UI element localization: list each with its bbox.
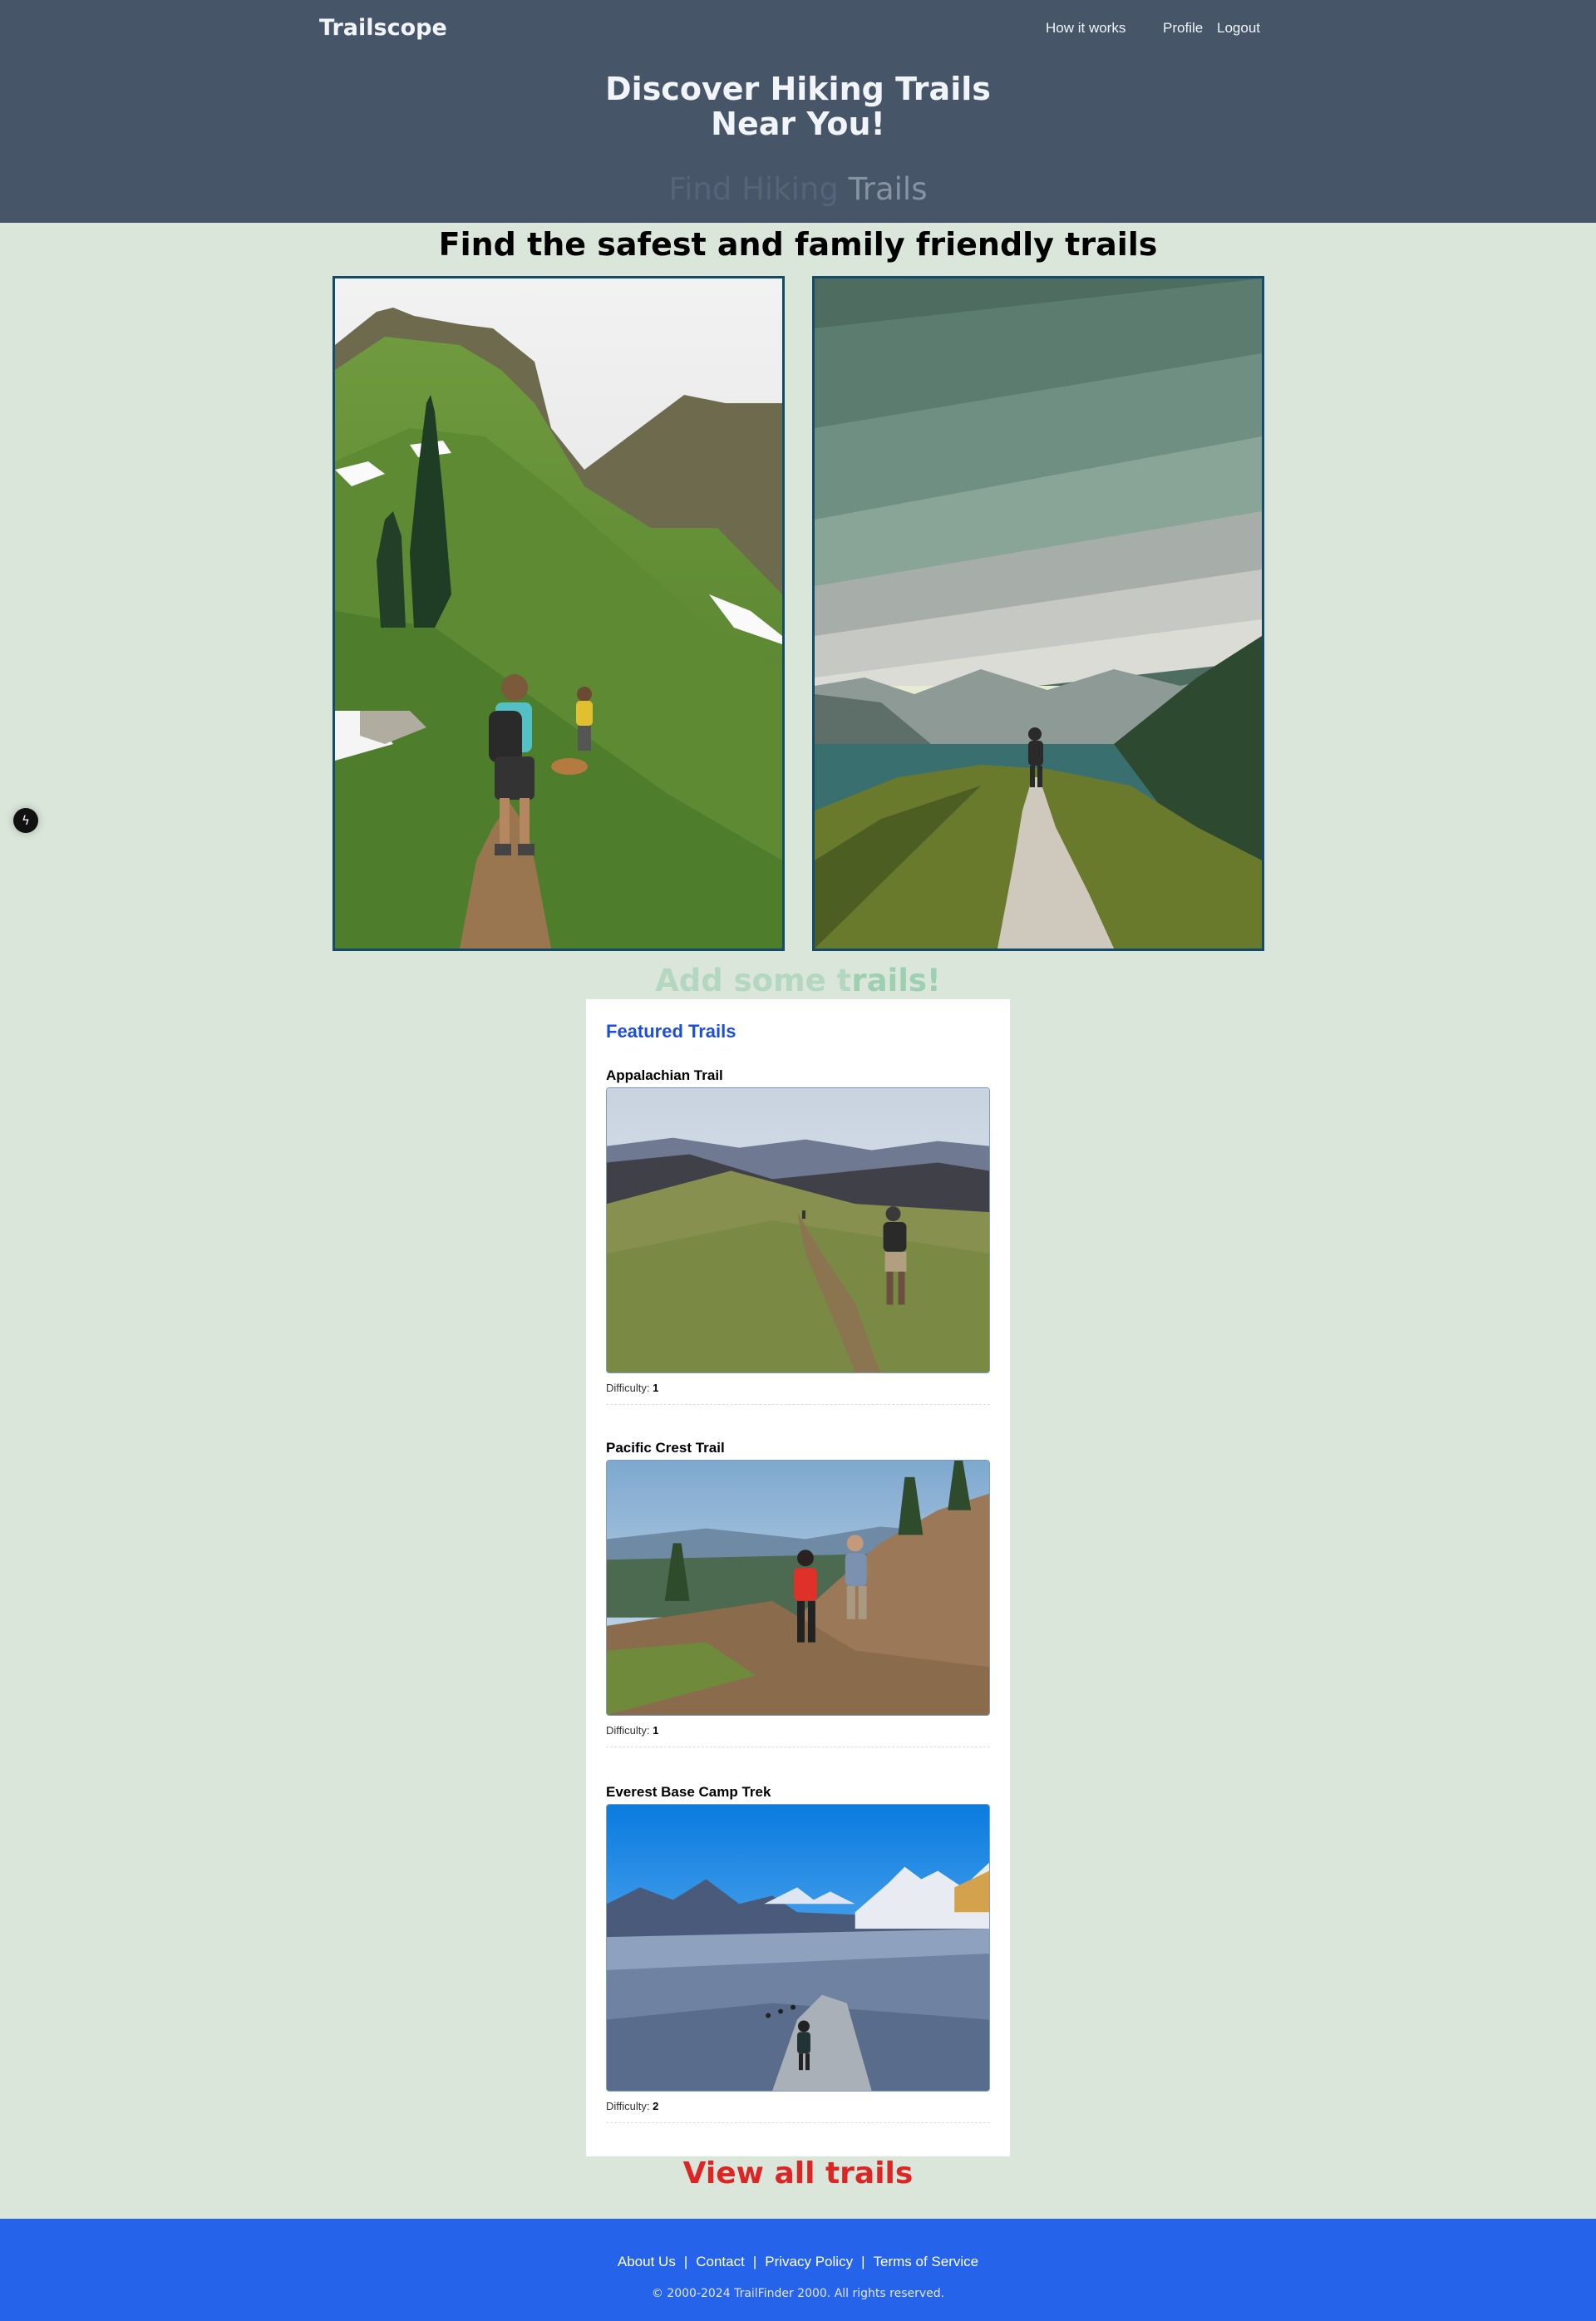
trail-card-appalachian[interactable]: Appalachian Trail Difficulty: 1 (606, 1067, 990, 1405)
difficulty-value: 1 (653, 1724, 659, 1737)
footer-separator: | (752, 2254, 757, 2269)
hero-subtitle: Find Hiking Trails (0, 171, 1596, 207)
trail-divider (606, 1404, 990, 1405)
trail-divider (606, 2122, 990, 2123)
footer-link-about[interactable]: About Us (618, 2254, 676, 2269)
trail-image[interactable] (606, 1087, 990, 1373)
featured-trails-title: Featured Trails (606, 1021, 736, 1042)
footer-link-privacy[interactable]: Privacy Policy (765, 2254, 853, 2269)
difficulty-value: 1 (653, 1382, 659, 1394)
trail-difficulty: Difficulty: 1 (606, 1382, 990, 1394)
hero-subtitle-faded: Find Hiking (668, 171, 849, 207)
trail-difficulty: Difficulty: 2 (606, 2100, 990, 2112)
tagline: Find the safest and family friendly trai… (438, 226, 1158, 263)
difficulty-value: 2 (653, 2100, 659, 2112)
floating-lightning-button[interactable]: ϟ (13, 808, 38, 833)
copyright: © 2000-2024 TrailFinder 2000. All rights… (651, 2287, 945, 2300)
lightning-icon: ϟ (22, 813, 30, 828)
hero-title-line2: Near You! (711, 106, 885, 142)
site-footer: About Us | Contact | Privacy Policy | Terms of… (0, 2219, 1596, 2321)
trail-image[interactable] (606, 1804, 990, 2092)
trail-name[interactable]: Pacific Crest Trail (606, 1440, 990, 1460)
hero-photo-meadow-hikers (332, 276, 785, 951)
footer-link-contact[interactable]: Contact (696, 2254, 745, 2269)
footer-links: About Us | Contact | Privacy Policy | Terms of… (0, 2254, 1596, 2270)
difficulty-label: Difficulty: (606, 1724, 650, 1737)
brand-logo[interactable]: Trailscope (319, 15, 447, 41)
footer-link-terms[interactable]: Terms of Service (874, 2254, 979, 2269)
trail-name[interactable]: Everest Base Camp Trek (606, 1784, 990, 1804)
footer-separator: | (861, 2254, 865, 2269)
trail-difficulty: Difficulty: 1 (606, 1724, 990, 1737)
trail-name[interactable]: Appalachian Trail (606, 1067, 990, 1087)
add-trails-visible: rails! (851, 963, 941, 998)
footer-separator: | (683, 2254, 688, 2269)
hero-photo-ridge-hiker (812, 276, 1264, 951)
nav-logout[interactable]: Logout (1217, 20, 1260, 37)
hero-title: Discover Hiking Trails Near You! (0, 71, 1596, 141)
difficulty-label: Difficulty: (606, 1382, 650, 1394)
hero-subtitle-visible: Trails (848, 171, 928, 207)
add-trails-faded: Add some t (655, 963, 852, 998)
nav-how-it-works[interactable]: How it works (1046, 20, 1126, 37)
trail-image[interactable] (606, 1460, 990, 1716)
add-trails-heading: Add some trails! (0, 963, 1596, 998)
site-header: Trailscope How it works Profile Logout D… (0, 0, 1596, 223)
featured-trails-panel: Featured Trails Appalachian Trail Diffic… (586, 999, 1010, 2156)
trail-card-everest[interactable]: Everest Base Camp Trek Difficulty: 2 (606, 1784, 990, 2123)
trail-card-pacific-crest[interactable]: Pacific Crest Trail Difficulty: 1 (606, 1440, 990, 1747)
nav-profile[interactable]: Profile (1163, 20, 1203, 37)
view-all-trails-link[interactable]: View all trails (0, 2156, 1596, 2190)
hero-title-line1: Discover Hiking Trails (605, 71, 991, 107)
difficulty-label: Difficulty: (606, 2100, 650, 2112)
